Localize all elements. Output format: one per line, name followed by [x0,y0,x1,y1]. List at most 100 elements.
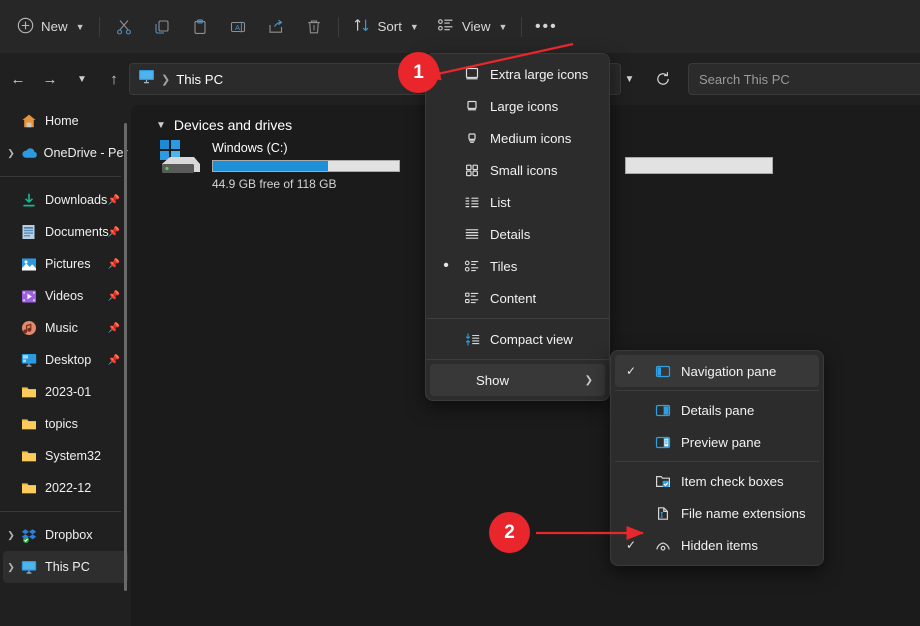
drive-tile-secondary-bar[interactable] [625,157,773,174]
sidebar-item-label: OneDrive - Pers [44,146,128,160]
paste-icon[interactable] [181,11,219,43]
pin-icon[interactable]: 📌 [108,259,120,270]
menu-item-details-pane[interactable]: Details pane [615,394,819,426]
breadcrumb-this-pc[interactable]: This PC [176,72,223,87]
forward-button[interactable]: → [34,63,66,95]
delete-icon[interactable] [295,11,333,43]
sidebar-item-videos[interactable]: Videos📌 [3,280,128,312]
chevron-right-icon[interactable]: ❯ [5,148,17,159]
recent-locations-button[interactable]: ▼ [66,63,98,95]
menu-item-item-check-boxes[interactable]: Item check boxes [615,465,819,497]
menu-item-label: Content [490,291,536,306]
folder-icon [21,481,41,495]
sidebar-scrollbar-thumb[interactable] [124,123,127,591]
menu-divider [426,318,609,319]
sidebar-item-desktop[interactable]: Desktop📌 [3,344,128,376]
chevron-right-icon: ❯ [585,375,593,386]
sidebar-item-home[interactable]: Home [3,105,128,137]
pin-icon[interactable]: 📌 [108,291,120,302]
chevron-right-icon[interactable]: ❯ [5,562,17,573]
plus-circle-icon [17,17,34,37]
svg-text:A: A [235,23,240,32]
menu-item-large-icons[interactable]: Large icons [430,90,605,122]
menu-item-medium-icons[interactable]: Medium icons [430,122,605,154]
menu-item-label: List [490,195,511,210]
menu-item-navigation-pane[interactable]: ✓Navigation pane [615,355,819,387]
pin-icon[interactable]: 📌 [108,323,120,334]
sidebar-item-topics[interactable]: topics [3,408,128,440]
menu-item-details[interactable]: Details [430,218,605,250]
menu-item-label: Navigation pane [681,364,776,379]
rename-icon[interactable]: A [219,11,257,43]
file-explorer-window: New ▼ A Sort ▼ [0,0,920,626]
pin-icon[interactable]: 📌 [108,355,120,366]
compact-view-icon [462,332,482,347]
menu-item-content[interactable]: Content [430,282,605,314]
sidebar-item-dropbox[interactable]: ❯Dropbox [3,519,128,551]
menu-item-compact-view[interactable]: Compact view [430,323,605,355]
item-check-boxes-icon [653,474,673,489]
previous-locations-button[interactable]: ▼ [614,63,646,95]
pictures-icon [21,257,41,272]
menu-item-hidden-items[interactable]: ✓ Hidden items [615,529,819,561]
new-button[interactable]: New ▼ [8,11,94,43]
back-button[interactable]: ← [2,63,34,95]
sort-button[interactable]: Sort ▼ [344,11,428,43]
extra-large-icons-icon [462,66,482,82]
downloads-icon [21,192,41,208]
file-name-extensions-icon [653,506,673,521]
search-input[interactable]: Search This PC [699,72,790,87]
sidebar-scrollbar[interactable] [126,111,129,616]
preview-pane-icon [653,435,673,450]
see-more-button[interactable]: ••• [527,11,565,43]
drive-tile-windows-c[interactable]: Windows (C:) 44.9 GB free of 118 GB [156,138,400,191]
chevron-right-icon[interactable]: ❯ [5,530,17,541]
sidebar-item-2022-12[interactable]: 2022-12 [3,472,128,504]
sidebar-item-label: Music [45,321,78,335]
sidebar-item-onedrive-pers[interactable]: ❯ OneDrive - Pers [3,137,128,169]
sidebar-item-label: This PC [45,560,90,574]
folder-icon [21,385,41,399]
sidebar-item-music[interactable]: Music 📌 [3,312,128,344]
chevron-down-icon: ▼ [498,22,507,32]
videos-icon [21,289,41,304]
menu-item-small-icons[interactable]: Small icons [430,154,605,186]
sidebar-item-pictures[interactable]: Pictures📌 [3,248,128,280]
pin-icon[interactable]: 📌 [108,195,120,206]
up-button[interactable]: ↑ [98,63,130,95]
command-bar: New ▼ A Sort ▼ [0,0,920,53]
sidebar-item-system32[interactable]: System32 [3,440,128,472]
chevron-down-icon[interactable]: ▼ [156,120,166,131]
menu-item-label: Hidden items [681,538,758,553]
medium-icons-icon [462,130,482,146]
submenu-divider [615,461,819,462]
menu-item-label: File name extensions [681,506,806,521]
details-pane-icon [653,403,673,418]
drive-icon [156,138,202,183]
menu-item-list[interactable]: List [430,186,605,218]
share-icon[interactable] [257,11,295,43]
menu-item-show[interactable]: Show ❯ [430,364,605,396]
sort-button-label: Sort [378,19,402,34]
menu-item-label: Item check boxes [681,474,784,489]
copy-icon[interactable] [143,11,181,43]
menu-item-preview-pane[interactable]: Preview pane [615,426,819,458]
navigation-list: Home ❯ OneDrive - Pers Downloads📌Documents📌… [0,105,131,583]
sidebar-item-this-pc[interactable]: ❯ This PC [3,551,128,583]
checkmark-icon: ✓ [623,538,639,552]
sidebar-item-label: 2022-12 [45,481,91,495]
pin-icon[interactable]: 📌 [108,227,120,238]
menu-item-extra-large-icons[interactable]: Extra large icons [430,58,605,90]
view-button[interactable]: View ▼ [428,11,517,43]
sidebar-divider [0,511,121,512]
menu-item-label: Small icons [490,163,557,178]
refresh-button[interactable] [647,63,679,95]
sidebar-item-2023-01[interactable]: 2023-01 [3,376,128,408]
menu-item-file-name-extensions[interactable]: File name extensions [615,497,819,529]
show-submenu-items: ✓Navigation paneDetails panePreview pane… [611,355,823,561]
cut-icon[interactable] [105,11,143,43]
sidebar-item-downloads[interactable]: Downloads📌 [3,184,128,216]
search-box[interactable]: Search This PC [688,63,920,95]
sidebar-item-documents[interactable]: Documents📌 [3,216,128,248]
menu-item-tiles[interactable]: •Tiles [430,250,605,282]
